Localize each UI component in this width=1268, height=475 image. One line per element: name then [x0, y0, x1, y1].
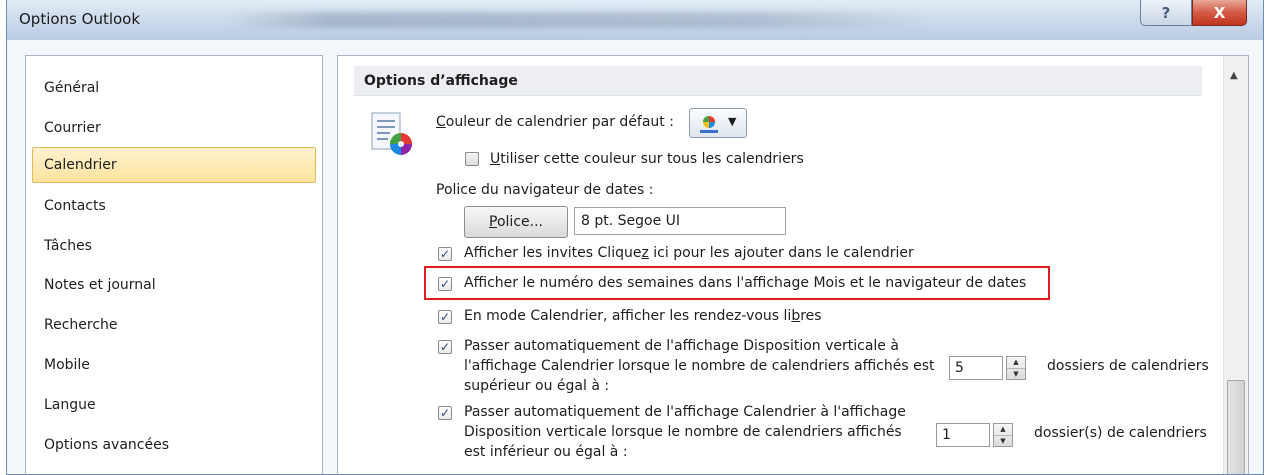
- auto-switch-to-calendar-line2: l'affichage Calendrier lorsque le nombre…: [464, 358, 935, 374]
- close-icon: X: [1213, 3, 1226, 22]
- use-color-all-checkbox[interactable]: [465, 152, 479, 166]
- calendar-threshold-spinner[interactable]: ▲ ▼: [993, 423, 1013, 447]
- checkmark-icon: ✓: [439, 340, 451, 354]
- calendar-color-icon: [371, 112, 412, 155]
- auto-switch-to-schedule-line3: est inférieur ou égal à :: [464, 444, 628, 460]
- close-button[interactable]: X: [1192, 0, 1247, 26]
- use-color-all-label: Utiliser cette couleur sur tous les cale…: [490, 151, 804, 167]
- sidebar-item-search[interactable]: Recherche: [32, 307, 316, 343]
- auto-switch-to-calendar-line1: Passer automatiquement de l'affichage Di…: [464, 338, 899, 354]
- scrollbar-thumb[interactable]: [1227, 380, 1245, 474]
- sidebar-item-tasks[interactable]: Tâches: [32, 228, 316, 264]
- checkmark-icon: ✓: [439, 310, 451, 324]
- auto-switch-to-schedule-line1: Passer automatiquement de l'affichage Ca…: [464, 404, 906, 420]
- sidebar-item-mail[interactable]: Courrier: [32, 110, 316, 146]
- auto-switch-to-calendar-checkbox[interactable]: ✓: [438, 340, 452, 354]
- auto-switch-to-schedule-checkbox[interactable]: ✓: [438, 406, 452, 420]
- auto-switch-to-schedule-line2: Disposition verticale lorsque le nombre …: [464, 424, 902, 440]
- spin-up-icon[interactable]: ▲: [994, 424, 1012, 435]
- calendar-threshold-input[interactable]: 1: [936, 423, 990, 447]
- sidebar-item-advanced[interactable]: Options avancées: [32, 427, 316, 463]
- help-icon: ?: [1161, 3, 1171, 22]
- show-week-numbers-checkbox[interactable]: ✓: [438, 277, 452, 291]
- outlook-options-dialog: Options Outlook ? X Général Courrier Cal…: [6, 0, 1264, 475]
- checkmark-icon: ✓: [439, 406, 451, 420]
- spin-down-icon[interactable]: ▼: [1007, 368, 1025, 380]
- font-value-field: 8 pt. Segoe UI: [574, 207, 786, 235]
- sidebar-item-general[interactable]: Général: [32, 70, 316, 106]
- calendar-options-pane: Options d’affichage Couleur de calendrie…: [337, 55, 1249, 474]
- chevron-down-icon: ▼: [728, 115, 737, 128]
- sidebar-item-calendar[interactable]: Calendrier: [32, 147, 316, 183]
- checkmark-icon: ✓: [439, 277, 451, 291]
- free-appointments-label: En mode Calendrier, afficher les rendez-…: [464, 308, 822, 324]
- vertical-scrollbar[interactable]: ▲: [1223, 56, 1248, 474]
- help-button[interactable]: ?: [1140, 0, 1192, 26]
- sidebar-item-contacts[interactable]: Contacts: [32, 188, 316, 224]
- section-title: Options d’affichage: [354, 66, 1202, 96]
- blurred-window-title: [227, 12, 927, 28]
- free-appointments-checkbox[interactable]: ✓: [438, 310, 452, 324]
- schedule-threshold-suffix: dossiers de calendriers: [1047, 358, 1209, 374]
- font-button[interactable]: Police...: [464, 206, 568, 238]
- sidebar-item-language[interactable]: Langue: [32, 387, 316, 423]
- schedule-threshold-input[interactable]: 5: [949, 356, 1003, 380]
- checkmark-icon: ✓: [439, 247, 451, 261]
- show-invites-checkbox[interactable]: ✓: [438, 247, 452, 261]
- date-navigator-font-label: Police du navigateur de dates :: [436, 182, 654, 198]
- scroll-up-icon[interactable]: ▲: [1230, 70, 1238, 81]
- default-color-label: Couleur de calendrier par défaut :: [436, 114, 674, 130]
- sidebar-item-notes-journal[interactable]: Notes et journal: [32, 267, 316, 303]
- window-title: Options Outlook: [19, 10, 141, 28]
- schedule-threshold-spinner[interactable]: ▲ ▼: [1006, 356, 1026, 380]
- color-palette-icon: [700, 116, 718, 133]
- title-bar: Options Outlook ? X: [7, 0, 1263, 40]
- options-sidebar: Général Courrier Calendrier Contacts Tâc…: [25, 55, 323, 474]
- sidebar-item-mobile[interactable]: Mobile: [32, 347, 316, 383]
- calendar-threshold-suffix: dossier(s) de calendriers: [1034, 425, 1207, 441]
- spin-up-icon[interactable]: ▲: [1007, 357, 1025, 368]
- auto-switch-to-calendar-line3: supérieur ou égal à :: [464, 378, 610, 394]
- show-invites-label: Afficher les invites Cliquez ici pour le…: [464, 245, 914, 261]
- show-week-numbers-label: Afficher le numéro des semaines dans l'a…: [464, 275, 1027, 291]
- spin-down-icon[interactable]: ▼: [994, 435, 1012, 447]
- calendar-color-dropdown[interactable]: ▼: [689, 108, 747, 138]
